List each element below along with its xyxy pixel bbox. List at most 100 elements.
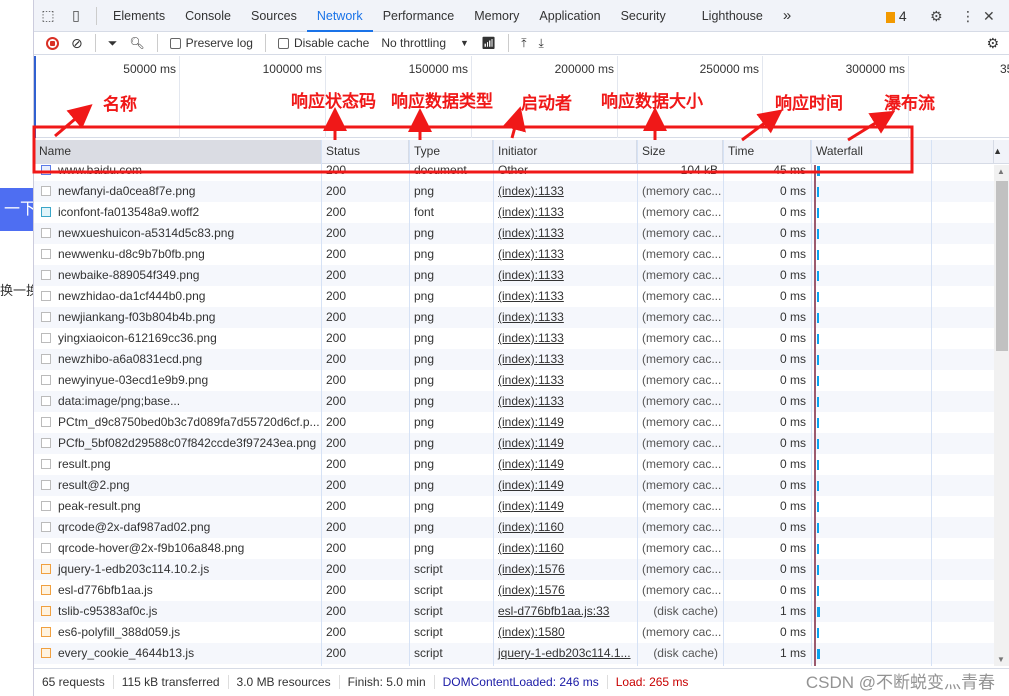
preserve-log-checkbox[interactable]: Preserve log (169, 36, 253, 50)
inspect-element-icon[interactable]: ⬚ (34, 7, 62, 24)
cell-initiator[interactable]: esl-d776bfb1aa.js:33 (493, 601, 637, 622)
cell-initiator[interactable]: (index):1133 (493, 370, 637, 391)
more-tabs-button[interactable]: » (773, 0, 801, 32)
device-toolbar-icon[interactable]: ▯ (62, 7, 90, 24)
cell-initiator[interactable]: jquery-1-edb203c114.1... (493, 643, 637, 664)
scroll-down-icon[interactable]: ▼ (997, 655, 1005, 664)
network-conditions-icon[interactable]: 📶︎ (481, 36, 496, 50)
tab-performance[interactable]: Performance (373, 0, 465, 32)
cell-initiator[interactable]: (index):1149 (493, 454, 637, 475)
cell-time: 0 ms (779, 226, 806, 240)
table-row[interactable]: newfanyi-da0cea8f7e.png 200 png (index):113… (34, 181, 994, 202)
disable-cache-checkbox[interactable]: Disable cache (277, 36, 369, 50)
table-row[interactable]: result.png 200 png (index):1149 (memory cac.… (34, 454, 994, 475)
cell-initiator[interactable]: (index):1133 (493, 244, 637, 265)
table-row[interactable]: es6-polyfill_388d059.js 200 script (index):… (34, 622, 994, 643)
table-row[interactable]: result@2.png 200 png (index):1149 (memory ca… (34, 475, 994, 496)
column-header-status[interactable]: Status (321, 140, 409, 164)
cell-initiator[interactable]: (index):1133 (493, 307, 637, 328)
scroll-up-icon[interactable]: ▲ (997, 167, 1005, 176)
image-file-icon (41, 522, 51, 532)
table-row[interactable]: www.baidu.com 200 document Other 104 kB 45 ms (34, 165, 994, 181)
cell-initiator[interactable]: (index):1576 (493, 559, 637, 580)
cell-initiator[interactable]: (index):1149 (493, 496, 637, 517)
close-icon[interactable]: ✕ (983, 0, 995, 32)
table-row[interactable]: yingxiaoicon-612169cc36.png 200 png (index)… (34, 328, 994, 349)
tab-sources[interactable]: Sources (241, 0, 307, 32)
tab-elements[interactable]: Elements (103, 0, 175, 32)
cell-name: result@2.png (58, 478, 130, 492)
waterfall-bar (817, 355, 819, 365)
tab-console[interactable]: Console (175, 0, 241, 32)
table-scrollbar[interactable]: ▲ ▼ (994, 165, 1009, 666)
tab-network[interactable]: Network (306, 0, 373, 32)
cell-initiator[interactable]: (index):1576 (493, 580, 637, 601)
table-row[interactable]: newzhidao-da1cf444b0.png 200 png (index):11… (34, 286, 994, 307)
cell-name: result.png (58, 457, 111, 471)
cell-initiator[interactable]: (index):1160 (493, 538, 637, 559)
settings-gear-icon[interactable]: ⚙ (930, 0, 943, 32)
cell-initiator[interactable]: (index):1580 (493, 622, 637, 643)
waterfall-bar (817, 376, 819, 386)
refresh-link-behind[interactable]: 换一换 (0, 280, 33, 299)
column-header-size[interactable]: Size (637, 140, 723, 164)
table-row[interactable]: newjiankang-f03b804b4b.png 200 png (index):… (34, 307, 994, 328)
table-row[interactable]: newyinyue-03ecd1e9b9.png 200 png (index):11… (34, 370, 994, 391)
cell-status: 200 (326, 331, 347, 345)
cell-initiator[interactable]: (index):1149 (493, 412, 637, 433)
tab-memory[interactable]: Memory (464, 0, 529, 32)
cell-initiator[interactable]: (index):1133 (493, 286, 637, 307)
cell-initiator[interactable]: (index):1133 (493, 349, 637, 370)
table-row[interactable]: newwenku-d8c9b7b0fb.png 200 png (index):113… (34, 244, 994, 265)
cell-initiator: Other (498, 165, 529, 177)
cell-initiator[interactable]: (index):1149 (493, 475, 637, 496)
table-row[interactable]: qrcode@2x-daf987ad02.png 200 png (index):11… (34, 517, 994, 538)
cell-initiator[interactable]: (index):1133 (493, 223, 637, 244)
table-row[interactable]: newzhibo-a6a0831ecd.png 200 png (index):113… (34, 349, 994, 370)
table-row[interactable]: peak-result.png 200 png (index):1149 (memory… (34, 496, 994, 517)
throttling-select[interactable]: No throttling ▼ (381, 36, 469, 50)
tab-security[interactable]: Security (611, 0, 676, 32)
cell-name: iconfont-fa013548a9.woff2 (58, 205, 200, 219)
table-row[interactable]: qrcode-hover@2x-f9b106a848.png 200 png (ind… (34, 538, 994, 559)
more-options-icon[interactable]: ⋮ (961, 0, 975, 32)
cell-initiator[interactable]: (index):1133 (493, 328, 637, 349)
column-header-waterfall[interactable]: Waterfall (811, 140, 994, 164)
search-icon[interactable]: 🔍︎ (129, 36, 144, 50)
table-row[interactable]: tslib-c95383af0c.js 200 script esl-d776bfb1… (34, 601, 994, 622)
timeline-overview[interactable]: 50000 ms 100000 ms 150000 ms 200000 ms 25000… (34, 56, 1009, 138)
column-header-type[interactable]: Type (409, 140, 493, 164)
table-row[interactable]: every_cookie_4644b13.js 200 script jquery-1… (34, 643, 994, 664)
column-header-initiator[interactable]: Initiator (493, 140, 637, 164)
tab-application[interactable]: Application (529, 0, 610, 32)
issues-badge[interactable]: 4 (886, 0, 907, 32)
cell-initiator[interactable]: (index):1160 (493, 517, 637, 538)
table-row[interactable]: iconfont-fa013548a9.woff2 200 font (index):… (34, 202, 994, 223)
table-row[interactable]: PCfb_5bf082d29588c07f842ccde3f97243ea.pn… (34, 433, 994, 454)
cell-initiator[interactable]: (index):1133 (493, 391, 637, 412)
cell-initiator[interactable]: (index):1133 (493, 202, 637, 223)
table-row[interactable]: data:image/png;base... 200 png (index):1133… (34, 391, 994, 412)
scrollbar-thumb[interactable] (996, 181, 1008, 351)
cell-initiator[interactable]: (index):1149 (493, 433, 637, 454)
table-row[interactable]: PCtm_d9c8750bed0b3c7d089fa7d55720d6cf.p.… (34, 412, 994, 433)
network-settings-gear-icon[interactable]: ⚙ (986, 35, 999, 52)
cell-size: (memory cac... (642, 625, 722, 639)
cell-status: 200 (326, 625, 347, 639)
export-har-icon[interactable]: ⤓ (539, 36, 544, 51)
filter-icon[interactable]: ⏷ (108, 36, 118, 51)
import-har-icon[interactable]: ⤒ (521, 36, 526, 51)
record-stop-icon[interactable] (46, 36, 59, 50)
sort-ascending-icon[interactable]: ▲ (993, 146, 1002, 156)
table-row[interactable]: newxueshuicon-a5314d5c83.png 200 png (index… (34, 223, 994, 244)
clear-icon[interactable]: ⊘ (71, 35, 83, 52)
table-row[interactable]: jquery-1-edb203c114.10.2.js 200 script (ind… (34, 559, 994, 580)
tab-lighthouse[interactable]: Lighthouse (692, 0, 773, 32)
table-row[interactable]: newbaike-889054f349.png 200 png (index):113… (34, 265, 994, 286)
search-button-behind[interactable]: 一下 (0, 188, 33, 231)
table-row[interactable]: esl-d776bfb1aa.js 200 script (index):1576 (m… (34, 580, 994, 601)
cell-initiator[interactable]: (index):1133 (493, 265, 637, 286)
column-header-time[interactable]: Time (723, 140, 811, 164)
column-header-name[interactable]: Name (34, 140, 321, 164)
cell-initiator[interactable]: (index):1133 (493, 181, 637, 202)
